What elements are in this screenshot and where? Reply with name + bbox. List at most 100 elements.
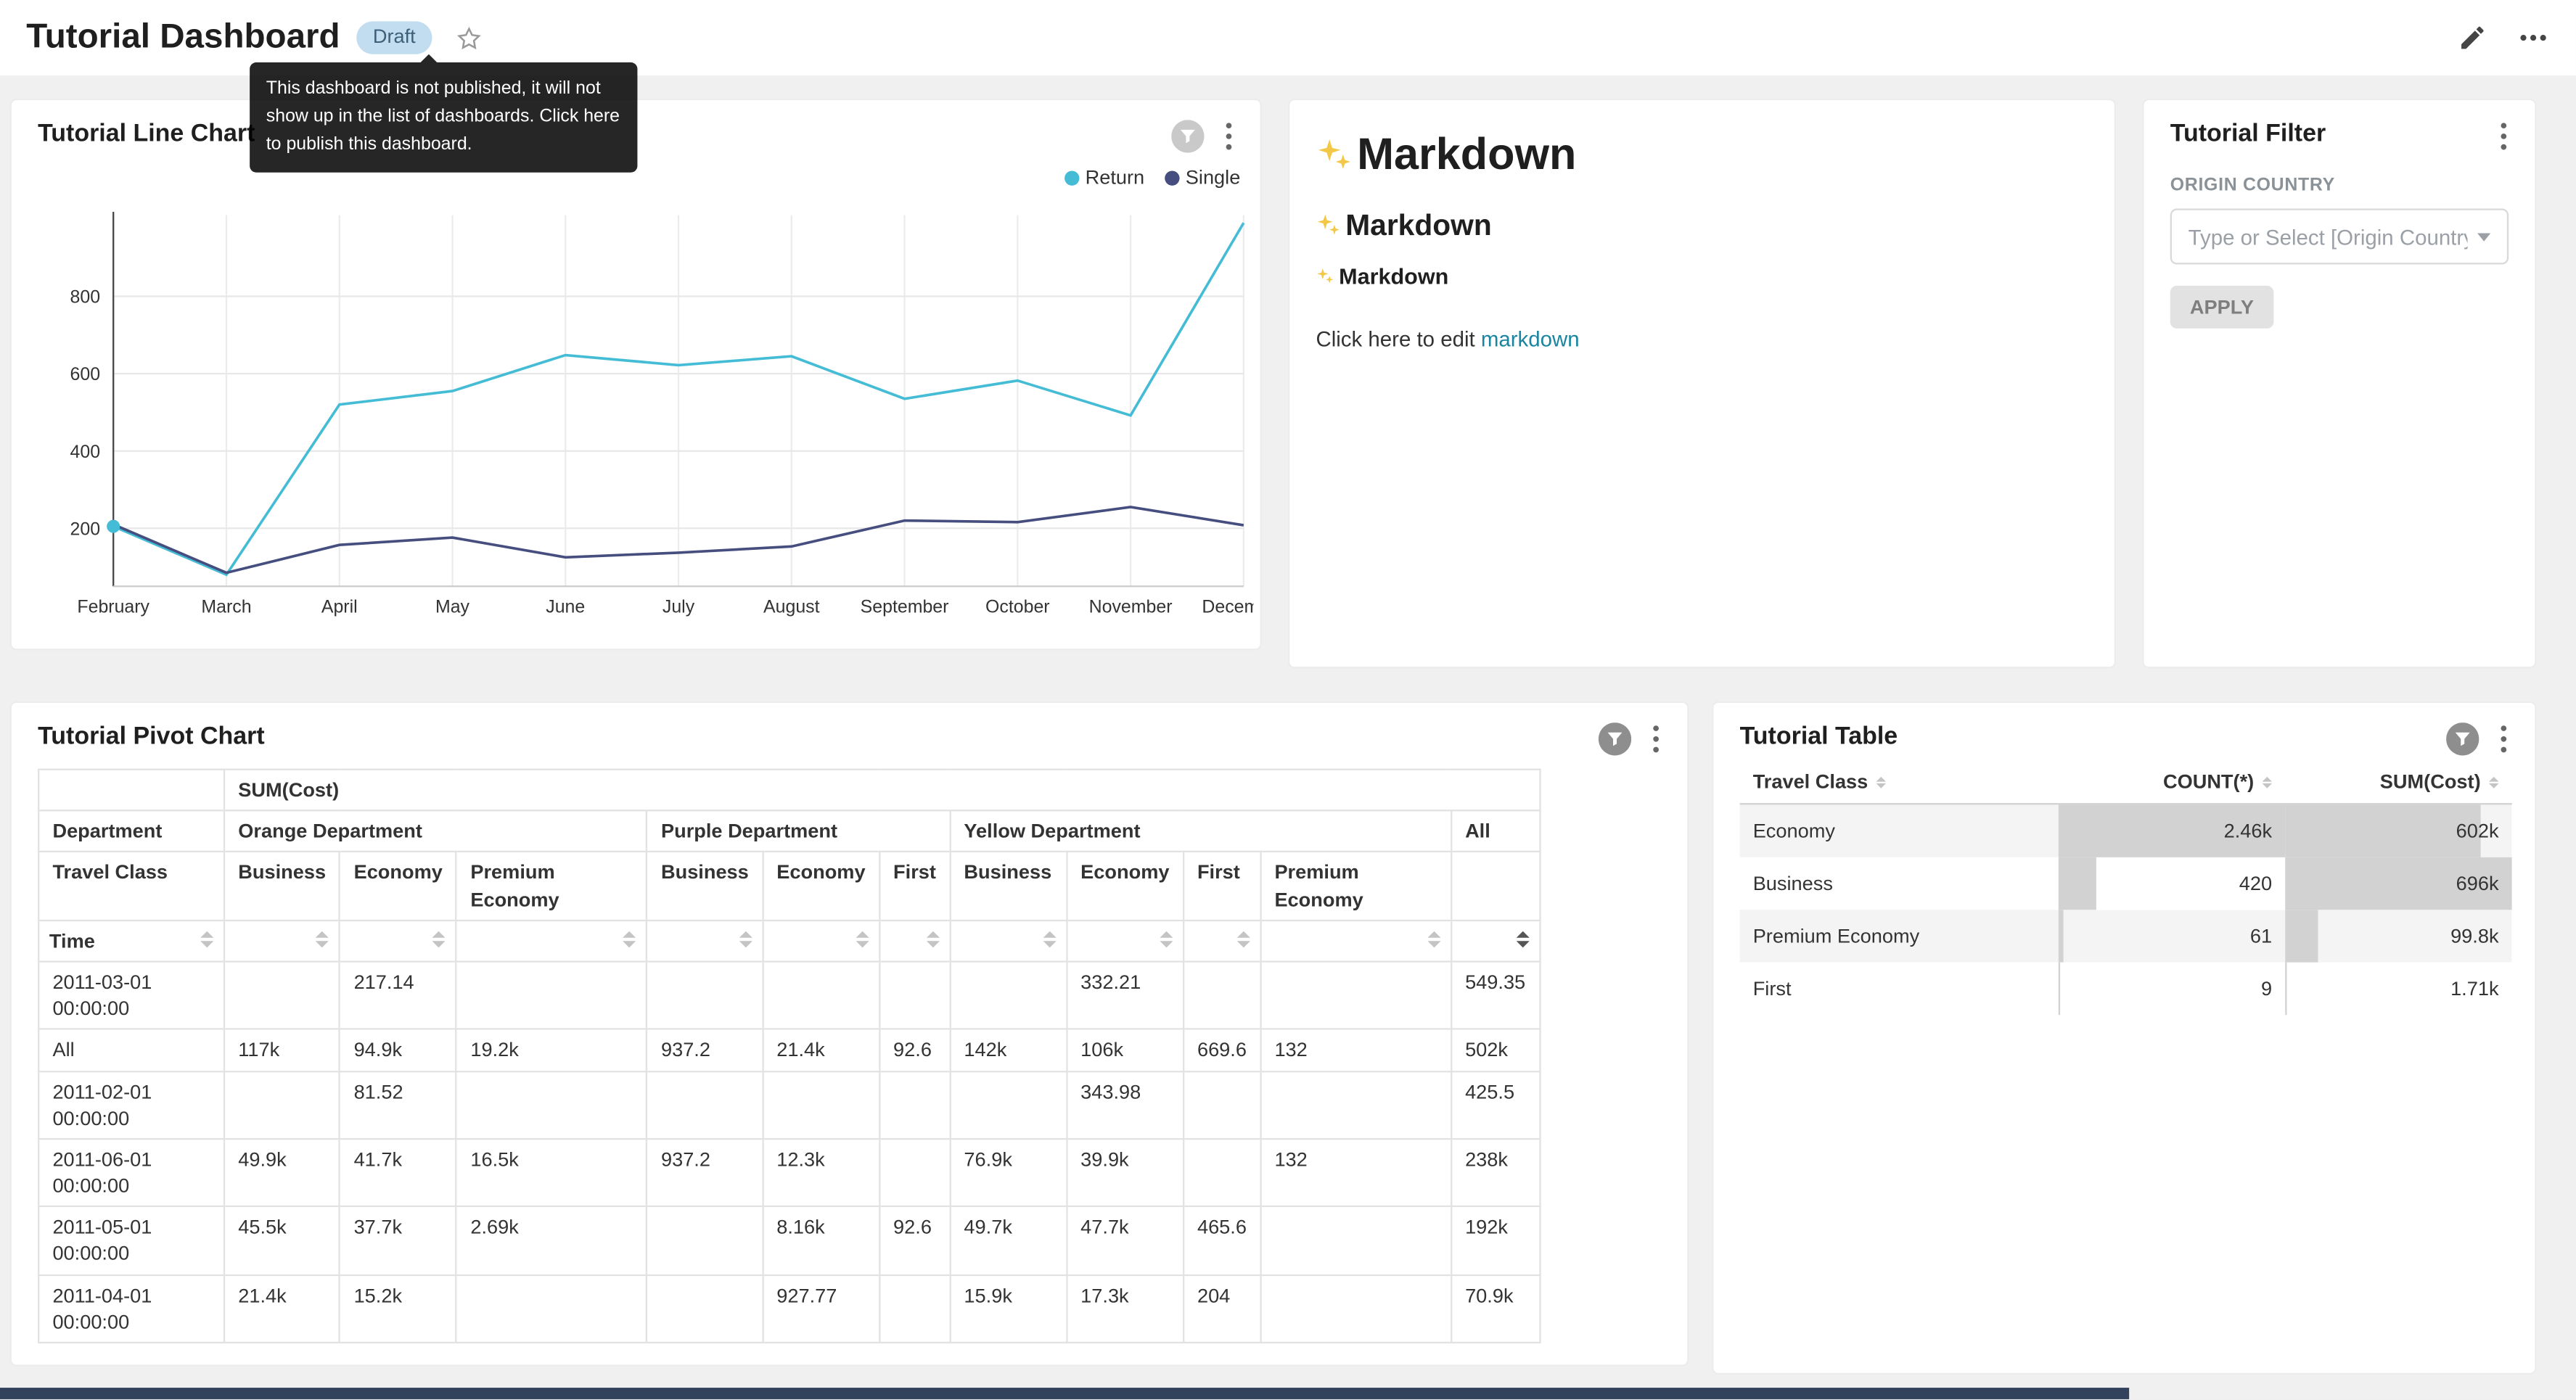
- travel-class-cell: First: [1740, 963, 2059, 1015]
- table-row: Business420696k: [1740, 857, 2512, 910]
- edit-markdown-link[interactable]: markdown: [1481, 327, 1580, 352]
- data-table: Travel ClassCOUNT(*)SUM(Cost) Economy2.4…: [1740, 765, 2512, 1015]
- pivot-value-cell: 19.2k: [456, 1029, 647, 1071]
- value-text: 696k: [2285, 865, 2511, 902]
- sort-icon[interactable]: [1043, 928, 1056, 947]
- markdown-card: Markdown Markdown Markdown Click here to…: [1288, 99, 2116, 669]
- pivot-value-cell: 21.4k: [224, 1275, 340, 1343]
- sort-icon[interactable]: [1516, 928, 1529, 947]
- filter-indicator-icon[interactable]: [1599, 722, 1631, 755]
- sort-icon[interactable]: [200, 928, 213, 947]
- column-header-sum-cost-[interactable]: SUM(Cost): [2285, 765, 2511, 804]
- pivot-value-cell: 669.6: [1184, 1029, 1260, 1071]
- sort-icon[interactable]: [856, 928, 869, 947]
- line-chart-card: Tutorial Line Chart ReturnSingle 2004006…: [10, 99, 1262, 651]
- pivot-cell: [38, 770, 224, 811]
- pivot-value-cell: 39.9k: [1067, 1139, 1184, 1207]
- pivot-row: DepartmentOrange DepartmentPurple Depart…: [38, 811, 1539, 852]
- chart-legend: Return Single: [1064, 166, 1240, 189]
- draft-badge[interactable]: Draft: [356, 22, 432, 54]
- sort-icon[interactable]: [432, 928, 446, 947]
- origin-country-select[interactable]: Type or Select [Origin Country]: [2170, 209, 2509, 265]
- svg-text:December: December: [1202, 596, 1253, 617]
- sort-icon[interactable]: [316, 928, 329, 947]
- edit-dashboard-icon[interactable]: [2458, 23, 2487, 53]
- favorite-star-icon[interactable]: [455, 24, 483, 52]
- pivot-col-header: Premium Economy: [1260, 852, 1451, 921]
- origin-country-label: ORIGIN COUNTRY: [2170, 176, 2509, 195]
- sum-cell: 696k: [2285, 857, 2511, 910]
- value-text: 602k: [2285, 813, 2511, 849]
- sparkles-icon: [1316, 268, 1334, 286]
- sort-icon[interactable]: [1160, 928, 1173, 947]
- pivot-value-cell: 465.6: [1184, 1206, 1260, 1275]
- sort-icon[interactable]: [2489, 778, 2499, 789]
- pivot-value-cell: 217.14: [340, 961, 456, 1029]
- sparkles-icon: [1316, 213, 1340, 238]
- pivot-value-cell: 12.3k: [763, 1139, 879, 1207]
- column-header-travel-class[interactable]: Travel Class: [1740, 765, 2059, 804]
- filter-indicator-icon[interactable]: [1171, 120, 1204, 152]
- more-menu-icon[interactable]: [2516, 23, 2549, 53]
- pivot-col-header: Business: [950, 852, 1067, 921]
- pivot-col-header: First: [879, 852, 950, 921]
- kebab-menu-icon[interactable]: [2499, 722, 2509, 755]
- pivot-row: 2011-05-01 00:00:0045.5k37.7k2.69k8.16k9…: [38, 1206, 1539, 1275]
- pivot-value-cell: [879, 1071, 950, 1139]
- sort-icon[interactable]: [2263, 778, 2273, 789]
- pivot-col-header: First: [1184, 852, 1260, 921]
- pivot-value-cell: 49.7k: [950, 1206, 1067, 1275]
- sort-icon[interactable]: [1427, 928, 1440, 947]
- pivot-value-cell: [224, 1071, 340, 1139]
- pivot-value-cell: 92.6: [879, 1206, 950, 1275]
- pivot-value-cell: [647, 961, 763, 1029]
- pivot-row-label: 2011-03-01 00:00:00: [38, 961, 224, 1029]
- pivot-value-cell: 92.6: [879, 1029, 950, 1071]
- pivot-row-label: 2011-05-01 00:00:00: [38, 1206, 224, 1275]
- filter-card-title: Tutorial Filter: [2170, 120, 2326, 147]
- pivot-row: 2011-04-01 00:00:0021.4k15.2k927.7715.9k…: [38, 1275, 1539, 1343]
- pivot-value-cell: 238k: [1451, 1139, 1540, 1207]
- sort-icon[interactable]: [1236, 928, 1250, 947]
- filter-indicator-icon[interactable]: [2446, 722, 2479, 755]
- pivot-value-cell: [1260, 1071, 1451, 1139]
- apply-button[interactable]: APPLY: [2170, 286, 2273, 329]
- sort-icon[interactable]: [926, 928, 939, 947]
- markdown-heading-2: Markdown: [1316, 209, 2088, 244]
- travel-class-cell: Premium Economy: [1740, 910, 2059, 962]
- pivot-value-cell: 41.7k: [340, 1139, 456, 1207]
- sort-icon[interactable]: [739, 928, 752, 947]
- data-table-body: Economy2.46k602kBusiness420696kPremium E…: [1740, 804, 2512, 1015]
- value-text: 420: [2059, 865, 2285, 902]
- kebab-menu-icon[interactable]: [1224, 120, 1234, 152]
- line-chart-title: Tutorial Line Chart: [38, 120, 255, 147]
- pivot-sort-cell: [763, 920, 879, 961]
- sparkles-icon: [1316, 137, 1352, 173]
- svg-text:August: August: [763, 596, 820, 617]
- pivot-table-wrap: SUM(Cost)DepartmentOrange DepartmentPurp…: [38, 769, 1661, 1343]
- unpublished-tooltip: This dashboard is not published, it will…: [250, 62, 637, 173]
- pivot-col-header: Business: [224, 852, 340, 921]
- legend-item-single[interactable]: Single: [1164, 166, 1240, 189]
- sort-icon[interactable]: [1876, 778, 1887, 789]
- column-header-count-[interactable]: COUNT(*): [2059, 765, 2285, 804]
- legend-label: Single: [1186, 166, 1241, 189]
- pivot-card-title: Tutorial Pivot Chart: [38, 722, 265, 750]
- pivot-value-cell: [1260, 1275, 1451, 1343]
- count-cell: 2.46k: [2059, 804, 2285, 857]
- pivot-value-cell: 49.9k: [224, 1139, 340, 1207]
- value-text: 1.71k: [2285, 971, 2511, 1007]
- pivot-value-cell: 70.9k: [1451, 1275, 1540, 1343]
- pivot-sort-cell: [224, 920, 340, 961]
- pivot-row: 2011-03-01 00:00:00217.14332.21549.35: [38, 961, 1539, 1029]
- kebab-menu-icon[interactable]: [2499, 120, 2509, 152]
- count-cell: 420: [2059, 857, 2285, 910]
- kebab-menu-icon[interactable]: [1651, 722, 1661, 755]
- pivot-col-header: Premium Economy: [456, 852, 647, 921]
- pivot-time-header: Time: [38, 920, 224, 961]
- markdown-heading-3: Markdown: [1316, 265, 2088, 289]
- pivot-row: Time: [38, 920, 1539, 961]
- pivot-row: 2011-02-01 00:00:0081.52343.98425.5: [38, 1071, 1539, 1139]
- legend-item-return[interactable]: Return: [1064, 166, 1144, 189]
- sort-icon[interactable]: [623, 928, 636, 947]
